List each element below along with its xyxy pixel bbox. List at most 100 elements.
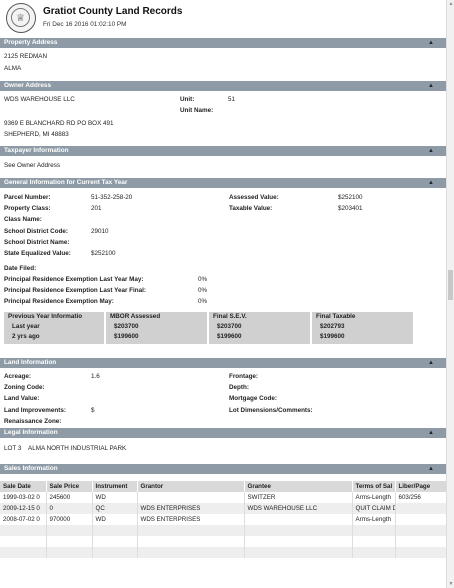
taxable-value: $203401	[338, 205, 363, 212]
page-title: Gratiot County Land Records	[43, 6, 183, 17]
sale-date-cell: 1999-03-02 0	[0, 492, 47, 503]
page-header: ♕ Gratiot County Land Records Fri Dec 16…	[0, 0, 446, 38]
table-row[interactable]	[0, 547, 447, 558]
timestamp: Fri Dec 16 2016 01:02:10 PM	[43, 21, 127, 28]
grantee-cell	[244, 525, 353, 536]
terms-cell: QUIT CLAIM D	[352, 503, 396, 514]
land-records-page: ♕ Gratiot County Land Records Fri Dec 16…	[0, 0, 447, 566]
grantor-cell	[137, 492, 245, 503]
property-address-body: 2125 REDMAN ALMA	[0, 48, 446, 81]
sale-date-cell: 2008-07-02 0	[0, 514, 47, 525]
prev-year-label-box: Previous Year Informatio Last year 2 yrs…	[4, 312, 104, 344]
liber-page-cell: 603/256	[395, 492, 447, 503]
chevron-up-icon[interactable]: ▲	[428, 81, 434, 91]
land-info-body: Acreage: 1.6 Frontage: Zoning Code: Dept…	[0, 368, 446, 428]
assessed-label: Assessed Value:	[229, 194, 279, 201]
terms-cell: Arms-Length	[352, 492, 396, 503]
terms-cell: Arms-Length	[352, 514, 396, 525]
final-sev-value: $203700	[217, 323, 242, 330]
sale-price-cell	[46, 547, 93, 558]
section-title: Owner Address	[4, 82, 51, 89]
sale-price-cell: 0	[46, 503, 93, 514]
column-header[interactable]: Sale Price	[46, 481, 93, 492]
table-row[interactable]	[0, 536, 447, 547]
owner-address-body: WDS WAREHOUSE LLC Unit: 51 Unit Name: 93…	[0, 91, 446, 146]
column-header[interactable]: Sale Date	[0, 481, 47, 492]
mbor-box: MBOR Assessed $203700 $199600	[106, 312, 207, 344]
assessed-value: $252100	[338, 194, 363, 201]
table-row[interactable]	[0, 525, 447, 536]
owner-name: WDS WAREHOUSE LLC	[4, 96, 75, 103]
section-header-land-info[interactable]: Land Information ▲	[0, 358, 446, 368]
section-header-sales-info[interactable]: Sales Information ▲	[0, 464, 446, 474]
acreage-label: Acreage:	[4, 373, 31, 380]
chevron-up-icon[interactable]: ▲	[428, 38, 434, 48]
final-taxable-value: $199600	[320, 333, 345, 340]
general-info-body: Parcel Number: 51-352-258-20 Assessed Va…	[0, 188, 446, 358]
mbor-value: $199600	[114, 333, 139, 340]
owner-address-line-2: 9369 E BLANCHARD RD PO BOX 491	[4, 120, 114, 127]
chevron-up-icon[interactable]: ▲	[428, 428, 434, 438]
renaissance-label: Renaissance Zone:	[4, 418, 62, 425]
liber-page-cell	[395, 503, 447, 514]
parcel-label: Parcel Number:	[4, 194, 51, 201]
sales-table: Sale Date Sale Price Instrument Grantor …	[0, 481, 447, 558]
section-header-legal-info[interactable]: Legal Information ▲	[0, 428, 446, 438]
column-header[interactable]: Terms of Sal	[352, 481, 396, 492]
table-row[interactable]: 1999-03-02 0 245600 WD SWITZER Arms-Leng…	[0, 492, 447, 503]
scroll-down-icon[interactable]: ▼	[448, 581, 454, 587]
chevron-up-icon[interactable]: ▲	[428, 178, 434, 188]
table-row[interactable]: 2008-07-02 0 970000 WD WDS ENTERPRISES A…	[0, 514, 447, 525]
final-sev-col-header: Final S.E.V.	[213, 313, 247, 320]
pre-last-final-value: 0%	[198, 287, 208, 294]
class-name-label: Class Name:	[4, 216, 42, 223]
vertical-scrollbar[interactable]: ▲ ▼	[446, 0, 454, 588]
pre-last-final-label: Principal Residence Exemption Last Year …	[4, 287, 146, 294]
unit-label: Unit:	[180, 96, 195, 103]
pre-may-label: Principal Residence Exemption May:	[4, 298, 114, 305]
section-title: General Information for Current Tax Year	[4, 179, 128, 186]
school-name-label: School District Name:	[4, 239, 70, 246]
section-header-taxpayer[interactable]: Taxpayer Information ▲	[0, 146, 446, 156]
column-header[interactable]: Instrument	[92, 481, 138, 492]
taxpayer-body: See Owner Address	[0, 156, 446, 178]
address-line-2: ALMA	[4, 65, 22, 72]
grantor-cell: WDS ENTERPRISES	[137, 514, 245, 525]
section-title: Land Information	[4, 359, 57, 366]
school-code-label: School District Code:	[4, 228, 69, 235]
county-seal-icon: ♕	[6, 3, 36, 33]
section-header-property-address[interactable]: Property Address ▲	[0, 38, 446, 48]
sev-value: $252100	[91, 250, 116, 257]
instrument-cell	[92, 525, 138, 536]
grantor-cell: WDS ENTERPRISES	[137, 503, 245, 514]
grantee-cell	[244, 514, 353, 525]
improvements-value: $	[91, 407, 95, 414]
chevron-up-icon[interactable]: ▲	[428, 146, 434, 156]
column-header[interactable]: Liber/Page	[395, 481, 447, 492]
prev-year-col-header: Previous Year Informatio	[8, 313, 83, 320]
grantor-cell	[137, 536, 245, 547]
owner-address-line-3: SHEPHERD, MI 48883	[4, 131, 69, 138]
table-header-row: Sale Date Sale Price Instrument Grantor …	[0, 481, 447, 492]
scrollbar-thumb[interactable]	[448, 270, 453, 300]
pre-may-value: 0%	[198, 298, 208, 305]
scroll-up-icon[interactable]: ▲	[448, 1, 454, 7]
sale-date-cell: 2009-12-15 0	[0, 503, 47, 514]
section-header-general-info[interactable]: General Information for Current Tax Year…	[0, 178, 446, 188]
final-sev-value: $199600	[217, 333, 242, 340]
unit-value: 51	[228, 96, 236, 103]
column-header[interactable]: Grantor	[137, 481, 245, 492]
section-title: Sales Information	[4, 465, 58, 472]
liber-page-cell	[395, 547, 447, 558]
depth-label: Depth:	[229, 384, 249, 391]
final-taxable-box: Final Taxable $202793 $199600	[312, 312, 413, 344]
taxpayer-text: See Owner Address	[4, 162, 61, 169]
chevron-up-icon[interactable]: ▲	[428, 358, 434, 368]
sale-date-cell	[0, 536, 47, 547]
zoning-label: Zoning Code:	[4, 384, 45, 391]
table-row[interactable]: 2009-12-15 0 0 QC WDS ENTERPRISES WDS WA…	[0, 503, 447, 514]
section-header-owner-address[interactable]: Owner Address ▲	[0, 81, 446, 91]
column-header[interactable]: Grantee	[244, 481, 353, 492]
liber-page-cell	[395, 525, 447, 536]
chevron-up-icon[interactable]: ▲	[428, 464, 434, 474]
